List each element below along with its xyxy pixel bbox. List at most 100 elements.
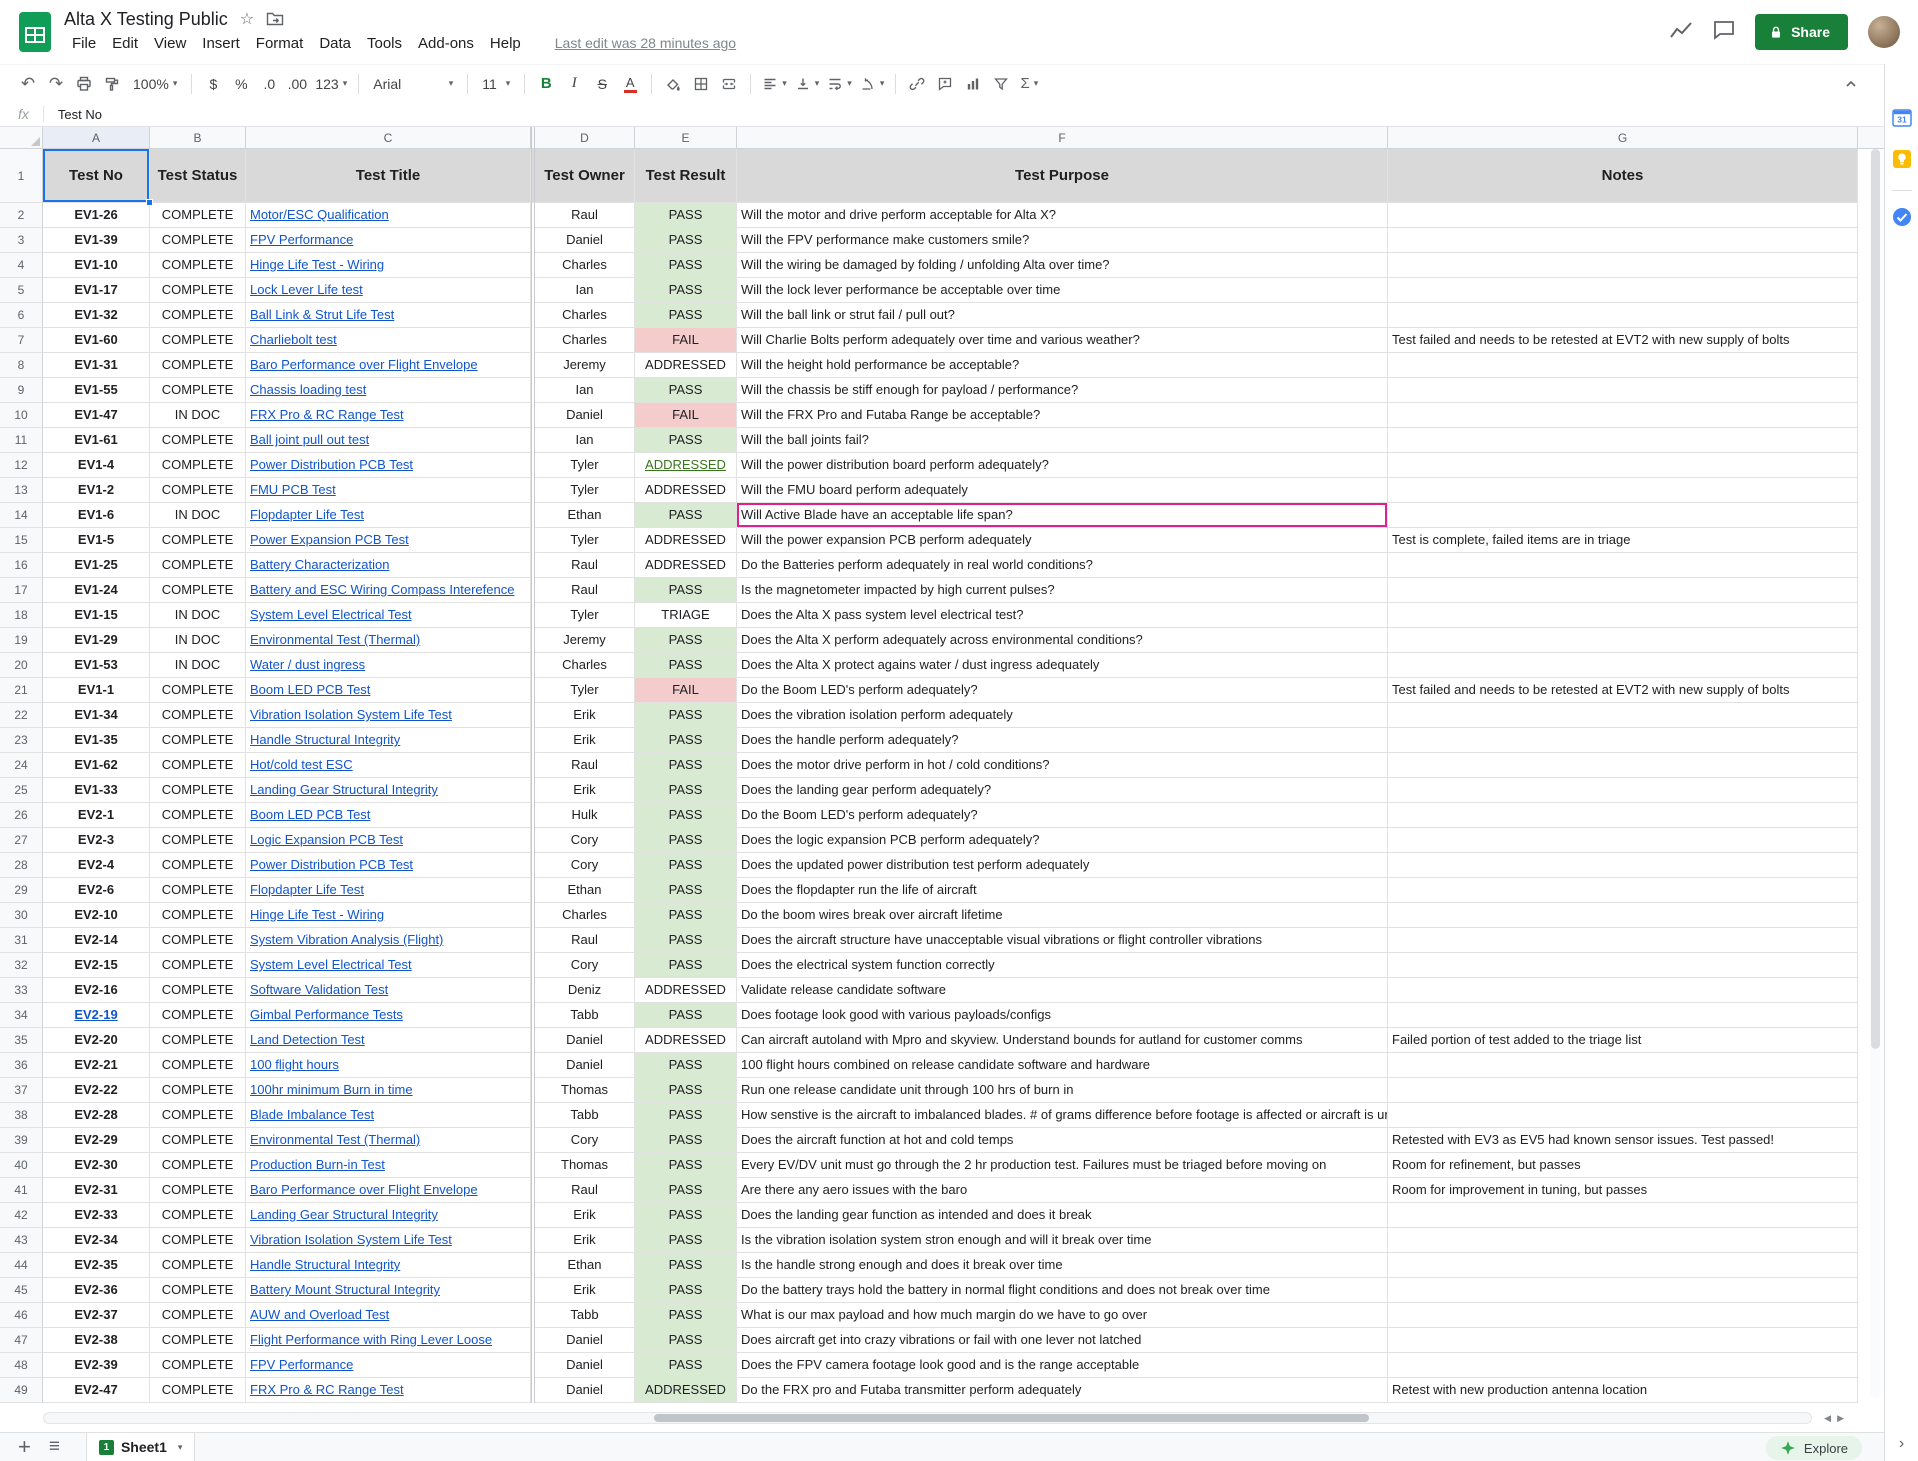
cell-test-purpose[interactable]: Does footage look good with various payl… — [737, 1003, 1388, 1028]
cell-test-title[interactable]: Power Expansion PCB Test — [246, 528, 531, 553]
cell-test-title[interactable]: Motor/ESC Qualification — [246, 203, 531, 228]
cell-test-no[interactable]: EV1-17 — [43, 278, 150, 303]
cell-notes[interactable] — [1388, 1103, 1858, 1128]
cell-test-result[interactable]: PASS — [635, 303, 737, 328]
cell-test-owner[interactable]: Cory — [535, 1128, 635, 1153]
cell-test-title[interactable]: Charliebolt test — [246, 328, 531, 353]
text-rotation-button[interactable]: ▾ — [857, 71, 888, 97]
cell-test-purpose[interactable]: Validate release candidate software — [737, 978, 1388, 1003]
test-title-link[interactable]: 100 flight hours — [250, 1057, 339, 1072]
cell-test-purpose[interactable]: Does the updated power distribution test… — [737, 853, 1388, 878]
cell-test-status[interactable]: COMPLETE — [150, 1278, 246, 1303]
cell-test-title[interactable]: Ball joint pull out test — [246, 428, 531, 453]
all-sheets-button[interactable]: ≡ — [49, 1436, 60, 1458]
cell-test-purpose[interactable]: Does the motor drive perform in hot / co… — [737, 753, 1388, 778]
sheets-logo-icon[interactable] — [16, 10, 54, 54]
cell-test-title[interactable]: 100 flight hours — [246, 1053, 531, 1078]
cell-test-title[interactable]: Environmental Test (Thermal) — [246, 1128, 531, 1153]
cell-test-no[interactable]: EV2-10 — [43, 903, 150, 928]
cell-notes[interactable] — [1388, 478, 1858, 503]
cell-test-result[interactable]: PASS — [635, 378, 737, 403]
cell-test-owner[interactable]: Tabb — [535, 1303, 635, 1328]
row-header-22[interactable]: 22 — [0, 703, 43, 728]
cell-test-no[interactable]: EV1-10 — [43, 253, 150, 278]
cell-test-owner[interactable]: Tyler — [535, 678, 635, 703]
cell-test-result[interactable]: ADDRESSED — [635, 528, 737, 553]
cell-test-purpose[interactable]: 100 flight hours combined on release can… — [737, 1053, 1388, 1078]
cell-test-no[interactable]: EV2-34 — [43, 1228, 150, 1253]
cell-test-result[interactable]: ADDRESSED — [635, 478, 737, 503]
cell-test-purpose[interactable]: Will the FPV performance make customers … — [737, 228, 1388, 253]
cell-test-result[interactable]: ADDRESSED — [635, 453, 737, 478]
test-title-link[interactable]: AUW and Overload Test — [250, 1307, 389, 1322]
test-title-link[interactable]: Software Validation Test — [250, 982, 388, 997]
cell-test-result[interactable]: PASS — [635, 578, 737, 603]
keep-icon[interactable] — [1892, 149, 1912, 174]
cell-notes[interactable] — [1388, 1328, 1858, 1353]
row-header-45[interactable]: 45 — [0, 1278, 43, 1303]
row-header-8[interactable]: 8 — [0, 353, 43, 378]
row-header-30[interactable]: 30 — [0, 903, 43, 928]
cell-test-title[interactable]: Flopdapter Life Test — [246, 878, 531, 903]
cell-notes[interactable] — [1388, 628, 1858, 653]
cell-test-no[interactable]: EV1-26 — [43, 203, 150, 228]
row-header-21[interactable]: 21 — [0, 678, 43, 703]
cell-test-purpose[interactable]: How senstive is the aircraft to imbalanc… — [737, 1103, 1388, 1128]
cell-test-no[interactable]: EV1-60 — [43, 328, 150, 353]
cell-test-purpose[interactable]: Will Active Blade have an acceptable lif… — [737, 503, 1388, 528]
cell-notes[interactable] — [1388, 928, 1858, 953]
cell-test-result[interactable]: PASS — [635, 628, 737, 653]
cell-test-title[interactable]: Hinge Life Test - Wiring — [246, 253, 531, 278]
cell-test-owner[interactable]: Raul — [535, 1178, 635, 1203]
test-title-link[interactable]: Power Distribution PCB Test — [250, 857, 413, 872]
cell-test-no[interactable]: EV1-33 — [43, 778, 150, 803]
menu-add-ons[interactable]: Add-ons — [410, 33, 482, 54]
cell-notes[interactable] — [1388, 1003, 1858, 1028]
row-header-9[interactable]: 9 — [0, 378, 43, 403]
menu-insert[interactable]: Insert — [194, 33, 248, 54]
cell-test-no[interactable]: EV2-4 — [43, 853, 150, 878]
test-title-link[interactable]: Baro Performance over Flight Envelope — [250, 1182, 478, 1197]
cell-test-result[interactable]: FAIL — [635, 403, 737, 428]
cell-test-owner[interactable]: Erik — [535, 778, 635, 803]
cell-test-purpose[interactable]: Is the handle strong enough and does it … — [737, 1253, 1388, 1278]
cell-notes[interactable] — [1388, 878, 1858, 903]
cell-notes[interactable] — [1388, 503, 1858, 528]
cell-notes[interactable] — [1388, 728, 1858, 753]
cell-test-result[interactable]: PASS — [635, 703, 737, 728]
cell-test-status[interactable]: COMPLETE — [150, 353, 246, 378]
cell-test-result[interactable]: PASS — [635, 1053, 737, 1078]
row-header-25[interactable]: 25 — [0, 778, 43, 803]
cell-test-no[interactable]: EV2-15 — [43, 953, 150, 978]
merge-cells-button[interactable] — [716, 71, 742, 97]
cell-test-no[interactable]: EV1-32 — [43, 303, 150, 328]
cell-test-status[interactable]: COMPLETE — [150, 953, 246, 978]
cell-test-result[interactable]: PASS — [635, 1328, 737, 1353]
cell-test-purpose[interactable]: Every EV/DV unit must go through the 2 h… — [737, 1153, 1388, 1178]
cell-test-owner[interactable]: Daniel — [535, 1353, 635, 1378]
cell-test-purpose[interactable]: Do the battery trays hold the battery in… — [737, 1278, 1388, 1303]
cell-test-result[interactable]: PASS — [635, 953, 737, 978]
cell-test-result[interactable]: PASS — [635, 278, 737, 303]
cell-test-purpose[interactable]: Can aircraft autoland with Mpro and skyv… — [737, 1028, 1388, 1053]
cell-test-owner[interactable]: Ethan — [535, 1253, 635, 1278]
cell-test-title[interactable]: Baro Performance over Flight Envelope — [246, 353, 531, 378]
test-title-link[interactable]: Baro Performance over Flight Envelope — [250, 357, 478, 372]
cell-test-owner[interactable]: Daniel — [535, 1378, 635, 1403]
cell-test-no[interactable]: EV1-4 — [43, 453, 150, 478]
calendar-icon[interactable]: 31 — [1892, 108, 1912, 133]
header-cell-e[interactable]: Test Result — [635, 149, 737, 203]
move-folder-icon[interactable] — [266, 11, 284, 27]
test-title-link[interactable]: Power Distribution PCB Test — [250, 457, 413, 472]
cell-test-purpose[interactable]: Does the handle perform adequately? — [737, 728, 1388, 753]
cell-test-result[interactable]: PASS — [635, 1253, 737, 1278]
row-header-17[interactable]: 17 — [0, 578, 43, 603]
cell-test-title[interactable]: Hot/cold test ESC — [246, 753, 531, 778]
test-title-link[interactable]: Environmental Test (Thermal) — [250, 632, 420, 647]
cell-test-owner[interactable]: Tyler — [535, 603, 635, 628]
cell-test-owner[interactable]: Erik — [535, 728, 635, 753]
cell-test-status[interactable]: COMPLETE — [150, 1153, 246, 1178]
cell-test-status[interactable]: COMPLETE — [150, 228, 246, 253]
cell-test-purpose[interactable]: Do the Batteries perform adequately in r… — [737, 553, 1388, 578]
cell-notes[interactable] — [1388, 353, 1858, 378]
